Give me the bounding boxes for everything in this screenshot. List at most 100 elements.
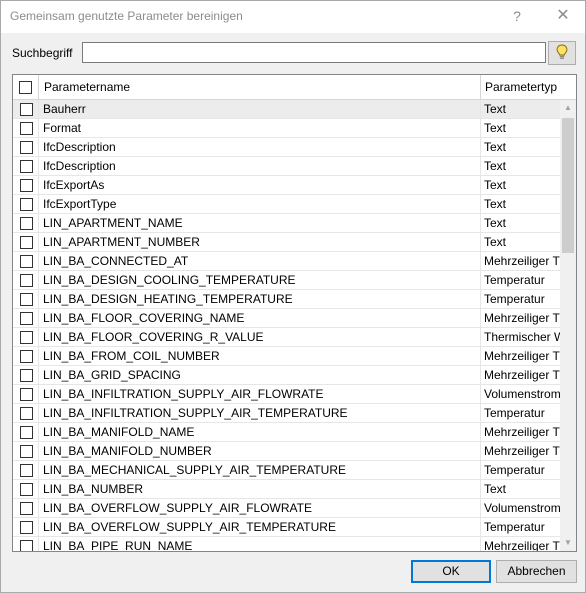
parameter-name-cell: IfcExportType: [39, 195, 481, 213]
row-check-cell: [13, 100, 39, 118]
parameter-name-cell: LIN_BA_OVERFLOW_SUPPLY_AIR_TEMPERATURE: [39, 518, 481, 536]
row-check-cell: [13, 271, 39, 289]
table-row[interactable]: LIN_BA_PIPE_RUN_NAME Mehrzeiliger T: [13, 537, 561, 551]
parameter-type-cell: Text: [484, 235, 507, 249]
table-row[interactable]: LIN_BA_NUMBER Text: [13, 480, 561, 499]
row-checkbox[interactable]: [20, 141, 33, 154]
table-row[interactable]: LIN_BA_OVERFLOW_SUPPLY_AIR_FLOWRATE Volum…: [13, 499, 561, 518]
table-row[interactable]: IfcExportType Text: [13, 195, 561, 214]
row-check-cell: [13, 195, 39, 213]
table-row[interactable]: LIN_APARTMENT_NAME Text: [13, 214, 561, 233]
cancel-button[interactable]: Abbrechen: [496, 560, 577, 583]
table-row[interactable]: LIN_BA_OVERFLOW_SUPPLY_AIR_TEMPERATURE Te…: [13, 518, 561, 537]
parameter-type-cell: Text: [484, 121, 507, 135]
parameter-type-cell: Temperatur: [484, 463, 545, 477]
parameter-type-cell: Temperatur: [484, 273, 545, 287]
parameter-name-cell: LIN_BA_MANIFOLD_NAME: [39, 423, 481, 441]
table-row[interactable]: LIN_BA_INFILTRATION_SUPPLY_AIR_TEMPERATU…: [13, 404, 561, 423]
table-row[interactable]: Bauherr Text: [13, 100, 561, 119]
table-row[interactable]: LIN_BA_INFILTRATION_SUPPLY_AIR_FLOWRATE V…: [13, 385, 561, 404]
table-row[interactable]: IfcExportAs Text: [13, 176, 561, 195]
parameter-name-cell: Format: [39, 119, 481, 137]
table-row[interactable]: Format Text: [13, 119, 561, 138]
parameter-name-cell: LIN_BA_CONNECTED_AT: [39, 252, 481, 270]
row-checkbox[interactable]: [20, 293, 33, 306]
lightbulb-icon: [555, 43, 569, 63]
row-checkbox[interactable]: [20, 122, 33, 135]
table-row[interactable]: LIN_BA_FLOOR_COVERING_NAME Mehrzeiliger T: [13, 309, 561, 328]
chevron-up-icon[interactable]: ▲: [560, 100, 576, 116]
row-checkbox[interactable]: [20, 236, 33, 249]
row-checkbox[interactable]: [20, 350, 33, 363]
table-row[interactable]: LIN_BA_GRID_SPACING Mehrzeiliger T: [13, 366, 561, 385]
row-checkbox[interactable]: [20, 426, 33, 439]
row-checkbox[interactable]: [20, 217, 33, 230]
parameter-name-cell: LIN_BA_OVERFLOW_SUPPLY_AIR_FLOWRATE: [39, 499, 481, 517]
row-checkbox[interactable]: [20, 369, 33, 382]
parameter-name-cell: LIN_BA_FLOOR_COVERING_NAME: [39, 309, 481, 327]
parameter-name-cell: IfcDescription: [39, 138, 481, 156]
row-check-cell: [13, 404, 39, 422]
parameter-name-cell: Bauherr: [39, 100, 481, 118]
hint-button[interactable]: [548, 41, 576, 65]
table-row[interactable]: LIN_BA_MANIFOLD_NUMBER Mehrzeiliger T: [13, 442, 561, 461]
parameter-type-cell: Mehrzeiliger T: [484, 311, 560, 325]
row-check-cell: [13, 233, 39, 251]
row-checkbox[interactable]: [20, 331, 33, 344]
search-input[interactable]: [82, 42, 546, 63]
close-button[interactable]: ✕: [548, 5, 578, 27]
row-checkbox[interactable]: [20, 502, 33, 515]
parameter-name-cell: LIN_APARTMENT_NAME: [39, 214, 481, 232]
select-all-checkbox[interactable]: [19, 81, 32, 94]
parameter-name-cell: IfcExportAs: [39, 176, 481, 194]
row-checkbox[interactable]: [20, 483, 33, 496]
select-all-cell: [13, 75, 39, 99]
parameter-type-cell: Volumenstrom: [484, 387, 561, 401]
row-check-cell: [13, 518, 39, 536]
table-row[interactable]: LIN_BA_CONNECTED_AT Mehrzeiliger T: [13, 252, 561, 271]
row-check-cell: [13, 176, 39, 194]
row-checkbox[interactable]: [20, 255, 33, 268]
table-row[interactable]: LIN_BA_FLOOR_COVERING_R_VALUE Thermischer…: [13, 328, 561, 347]
parameter-name-cell: LIN_BA_FLOOR_COVERING_R_VALUE: [39, 328, 481, 346]
row-check-cell: [13, 537, 39, 551]
title-bar: Gemeinsam genutzte Parameter bereinigen …: [1, 1, 585, 33]
row-checkbox[interactable]: [20, 274, 33, 287]
parameter-name-cell: LIN_BA_INFILTRATION_SUPPLY_AIR_TEMPERATU…: [39, 404, 481, 422]
parameter-name-cell: IfcDescription: [39, 157, 481, 175]
row-checkbox[interactable]: [20, 445, 33, 458]
table-row[interactable]: IfcDescription Text: [13, 138, 561, 157]
row-check-cell: [13, 214, 39, 232]
row-checkbox[interactable]: [20, 540, 33, 551]
row-checkbox[interactable]: [20, 388, 33, 401]
row-check-cell: [13, 442, 39, 460]
row-checkbox[interactable]: [20, 103, 33, 116]
ok-button[interactable]: OK: [411, 560, 491, 583]
row-check-cell: [13, 366, 39, 384]
parameter-type-cell: Temperatur: [484, 292, 545, 306]
row-checkbox[interactable]: [20, 521, 33, 534]
parameter-name-cell: LIN_BA_PIPE_RUN_NAME: [39, 537, 481, 551]
table-row[interactable]: LIN_BA_DESIGN_COOLING_TEMPERATURE Tempera…: [13, 271, 561, 290]
row-checkbox[interactable]: [20, 464, 33, 477]
table-row[interactable]: LIN_BA_DESIGN_HEATING_TEMPERATURE Tempera…: [13, 290, 561, 309]
row-check-cell: [13, 138, 39, 156]
vertical-scrollbar[interactable]: ▲ ▼: [560, 100, 576, 551]
row-checkbox[interactable]: [20, 312, 33, 325]
table-row[interactable]: LIN_BA_MECHANICAL_SUPPLY_AIR_TEMPERATURE…: [13, 461, 561, 480]
column-header-name[interactable]: Parametername: [39, 75, 481, 99]
row-checkbox[interactable]: [20, 160, 33, 173]
row-checkbox[interactable]: [20, 407, 33, 420]
parameter-type-cell: Text: [484, 178, 507, 192]
row-checkbox[interactable]: [20, 179, 33, 192]
table-row[interactable]: LIN_APARTMENT_NUMBER Text: [13, 233, 561, 252]
row-checkbox[interactable]: [20, 198, 33, 211]
table-row[interactable]: LIN_BA_FROM_COIL_NUMBER Mehrzeiliger T: [13, 347, 561, 366]
table-row[interactable]: LIN_BA_MANIFOLD_NAME Mehrzeiliger T: [13, 423, 561, 442]
scroll-thumb[interactable]: [562, 118, 574, 253]
help-button[interactable]: ?: [502, 5, 532, 27]
row-check-cell: [13, 328, 39, 346]
chevron-down-icon[interactable]: ▼: [560, 535, 576, 551]
column-header-type[interactable]: Parametertyp: [481, 75, 576, 99]
table-row[interactable]: IfcDescription Text: [13, 157, 561, 176]
